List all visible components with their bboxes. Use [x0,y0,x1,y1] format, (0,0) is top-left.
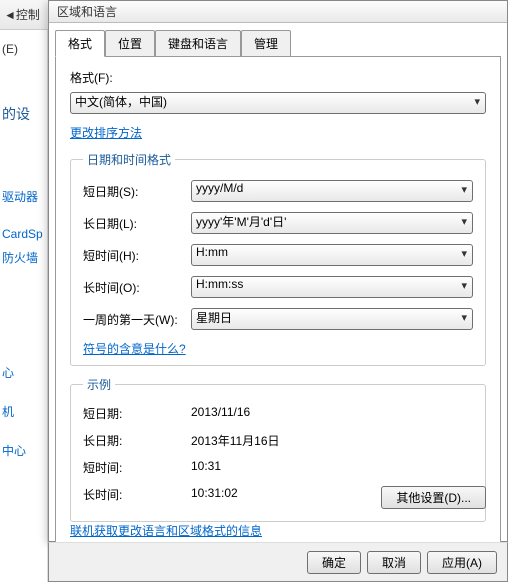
dialog-button-bar: 确定 取消 应用(A) [48,542,508,582]
sample-long-date-value: 2013年11月16日 [191,432,280,449]
sidebar-item-2[interactable]: CardSp [0,223,47,245]
tab-admin[interactable]: 管理 [241,30,291,57]
long-time-select[interactable]: H:mm:ss [191,276,473,298]
apply-button[interactable]: 应用(A) [427,551,497,574]
sample-long-date-label: 长日期: [83,432,191,449]
long-date-select[interactable]: yyyy'年'M'月'd'日' [191,212,473,234]
sort-method-link[interactable]: 更改排序方法 [70,126,142,140]
background-sidebar: (E) 的设 驱动器 CardSp 防火墙 心 机 中心 [0,30,48,582]
sample-short-time-value: 10:31 [191,459,221,476]
short-date-select[interactable]: yyyy/M/d [191,180,473,202]
sidebar-item-6[interactable]: 中心 [0,438,47,463]
sample-long-time-label: 长时间: [83,486,191,503]
cancel-button[interactable]: 取消 [367,551,421,574]
long-date-select-wrap[interactable]: yyyy'年'M'月'd'日' [191,212,473,234]
short-time-label: 短时间(H): [83,247,191,264]
online-info-link[interactable]: 联机获取更改语言和区域格式的信息 [70,524,262,538]
long-time-label: 长时间(O): [83,279,191,296]
short-date-select-wrap[interactable]: yyyy/M/d [191,180,473,202]
notation-meaning-link[interactable]: 符号的含意是什么? [83,342,186,356]
region-language-dialog: 区域和语言 格式 位置 键盘和语言 管理 格式(F): 中文(简体，中国) 更改… [48,0,508,542]
tab-keyboard-language[interactable]: 键盘和语言 [155,30,241,57]
short-time-select-wrap[interactable]: H:mm [191,244,473,266]
first-day-label: 一周的第一天(W): [83,311,191,328]
tab-format[interactable]: 格式 [55,30,105,57]
dialog-titlebar: 区域和语言 [49,1,507,23]
sample-legend: 示例 [83,376,115,393]
tab-bar: 格式 位置 键盘和语言 管理 [49,23,507,56]
toolbar-back-icon[interactable]: ◄ [4,8,16,22]
short-time-select[interactable]: H:mm [191,244,473,266]
sidebar-item-3[interactable]: 防火墙 [0,245,47,270]
sidebar-item-5[interactable]: 机 [0,399,47,424]
format-label: 格式(F): [70,69,486,86]
tab-location[interactable]: 位置 [105,30,155,57]
sample-short-date-value: 2013/11/16 [191,405,250,422]
sidebar-edit[interactable]: (E) [0,38,47,60]
sidebar-item-4[interactable]: 心 [0,360,47,385]
first-day-select-wrap[interactable]: 星期日 [191,308,473,330]
ok-button[interactable]: 确定 [307,551,361,574]
dialog-title-text: 区域和语言 [57,5,117,19]
long-time-select-wrap[interactable]: H:mm:ss [191,276,473,298]
sidebar-item-0[interactable]: 的设 [0,100,47,128]
datetime-legend: 日期和时间格式 [83,151,175,168]
sidebar-item-1[interactable]: 驱动器 [0,184,47,209]
short-date-label: 短日期(S): [83,183,191,200]
other-settings-button[interactable]: 其他设置(D)... [381,486,486,509]
format-panel: 格式(F): 中文(简体，中国) 更改排序方法 日期和时间格式 短日期(S): … [55,56,501,554]
format-select-wrap[interactable]: 中文(简体，中国) [70,92,486,114]
sample-long-time-value: 10:31:02 [191,486,238,503]
datetime-format-group: 日期和时间格式 短日期(S): yyyy/M/d 长日期(L): yyyy'年'… [70,151,486,366]
long-date-label: 长日期(L): [83,215,191,232]
sample-short-time-label: 短时间: [83,459,191,476]
sample-short-date-label: 短日期: [83,405,191,422]
toolbar-text[interactable]: 控制 [16,6,40,23]
format-select[interactable]: 中文(简体，中国) [70,92,486,114]
first-day-select[interactable]: 星期日 [191,308,473,330]
